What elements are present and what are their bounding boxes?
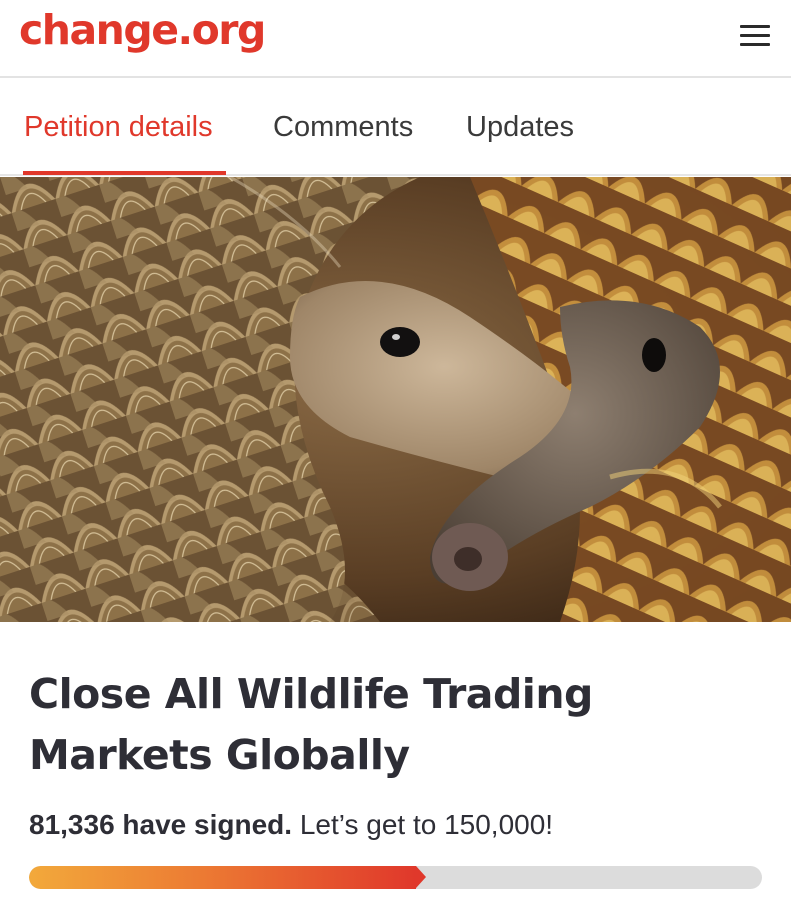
active-tab-indicator [23,171,226,175]
top-header: change.org [0,0,791,78]
petition-tabs: Petition details Comments Updates [0,78,791,176]
pangolin-photo [0,177,791,622]
petition-title: Close All Wildlife Trading Markets Globa… [29,670,593,779]
progress-arrow-tip [416,866,426,888]
signature-progress-fill [29,866,416,889]
hamburger-menu-icon[interactable] [730,14,774,58]
tab-petition-details[interactable]: Petition details [24,110,213,144]
menu-bar [740,25,770,28]
signed-count: 81,336 have signed. [29,809,293,840]
tab-comments[interactable]: Comments [273,110,413,144]
tab-updates[interactable]: Updates [466,110,574,144]
menu-bar [740,43,770,46]
change-org-logo[interactable]: change.org [19,6,266,54]
petition-hero-image [0,177,791,622]
menu-bar [740,34,770,37]
signature-goal: Let’s get to 150,000! [299,809,554,840]
signature-status: 81,336 have signed. Let’s get to 150,000… [29,808,553,842]
signature-progress-bar [29,866,762,889]
